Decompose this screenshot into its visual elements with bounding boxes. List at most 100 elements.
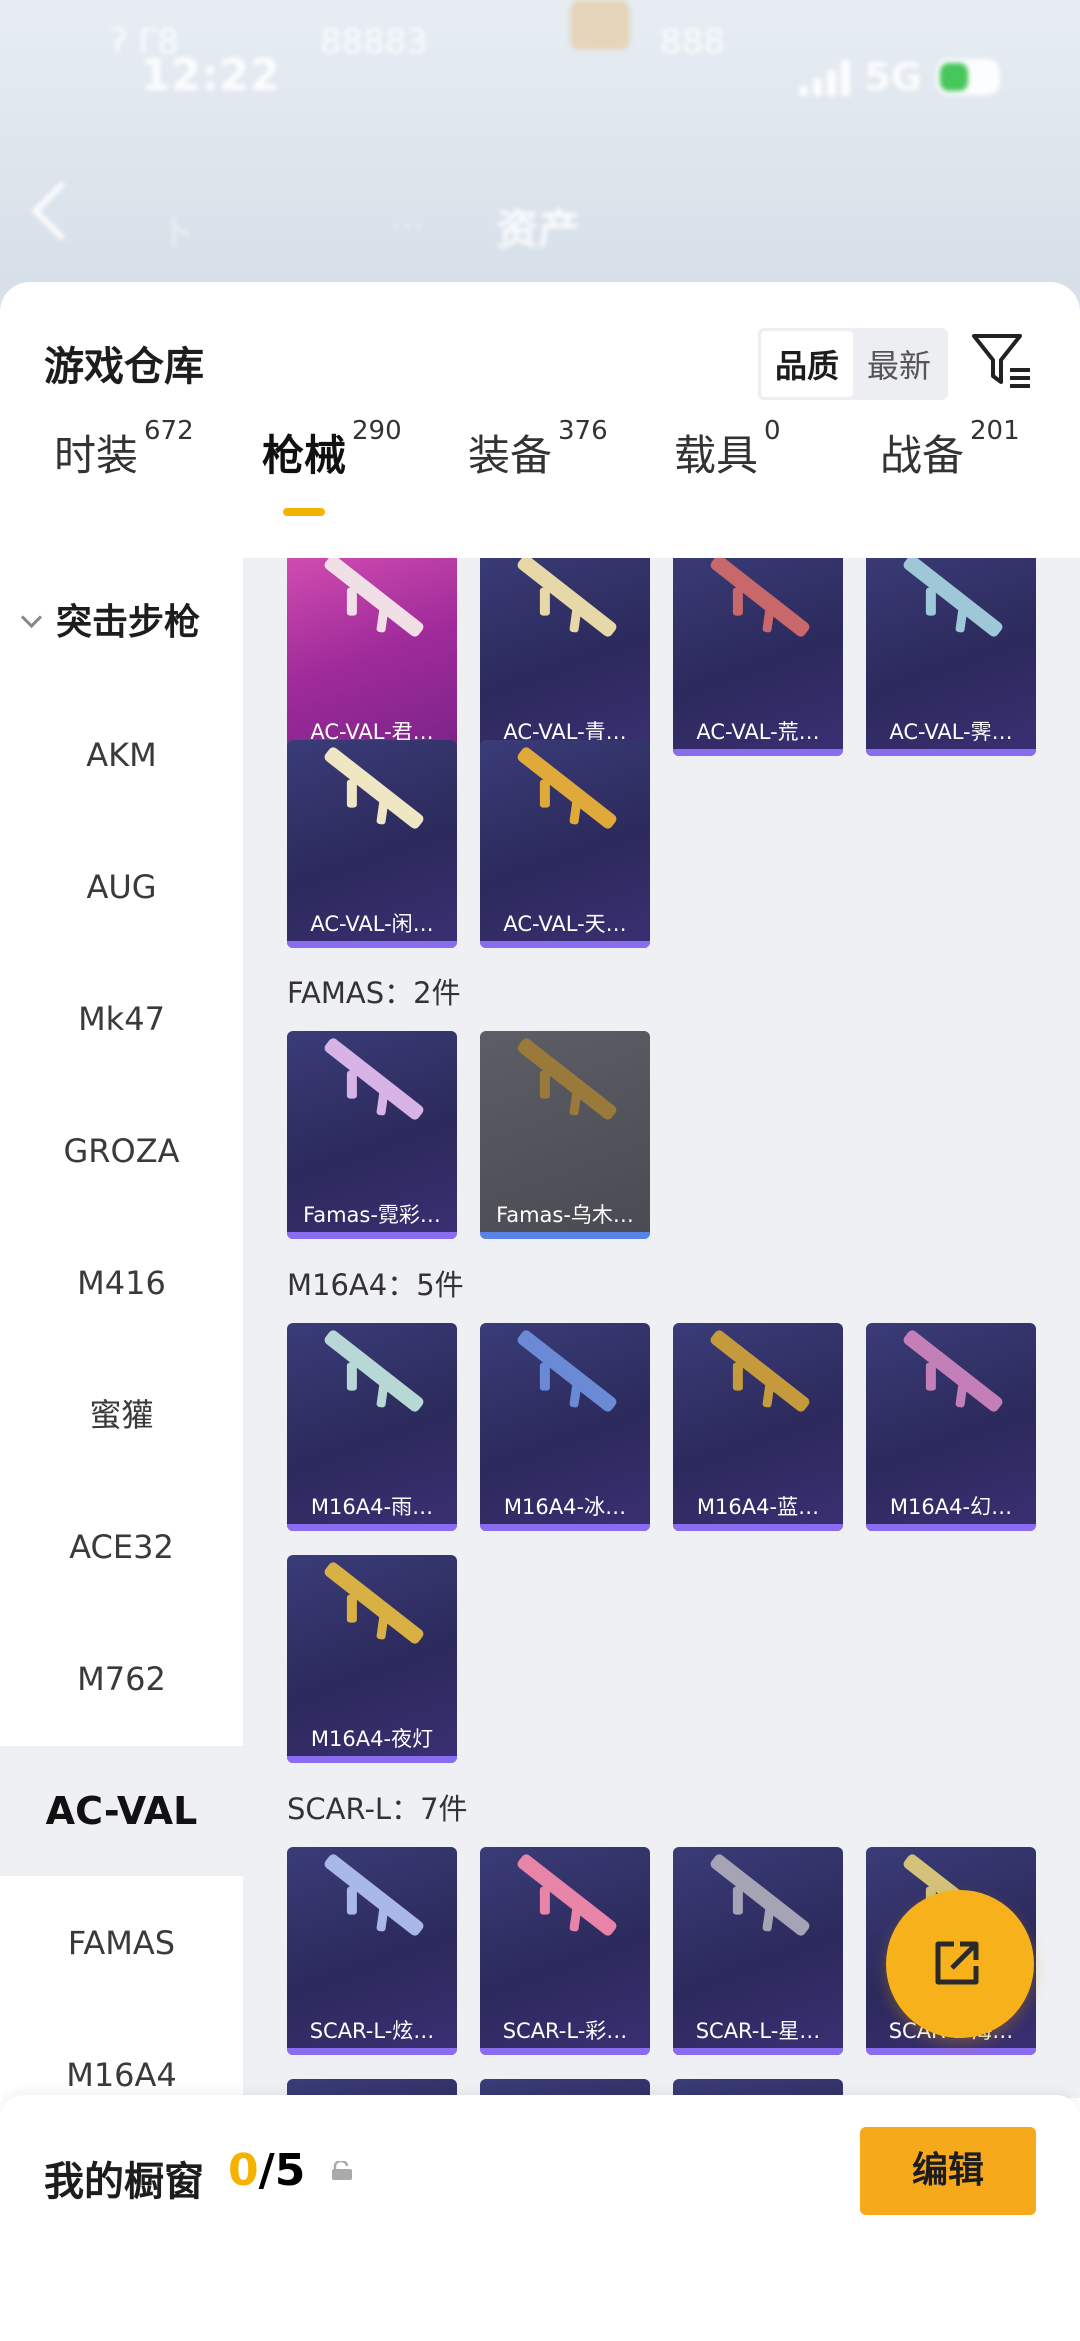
category-group-assault-rifle[interactable]: 突击步枪 [0, 558, 243, 688]
weapon-card-label: M16A4-冰… [503, 1495, 627, 1519]
tab-vehicles[interactable]: 载具 0 [674, 416, 781, 522]
weapon-card[interactable]: SCAR-L-彩… [480, 1847, 650, 2055]
category-item[interactable]: AUG [0, 822, 243, 952]
section-title-famas: FAMAS：2件 [287, 976, 461, 1010]
sort-option-newest[interactable]: 最新 [853, 331, 945, 397]
status-faint-right: 888 [660, 22, 725, 62]
weapon-card-label: M16A4-幻… [889, 1495, 1013, 1519]
weapon-card-label: AC-VAL-荒… [696, 720, 820, 744]
weapon-card-label: SCAR-L-彩… [502, 2019, 628, 2043]
weapon-card[interactable]: Famas-霓彩… [287, 1031, 457, 1239]
tab-label: 装备 [468, 431, 553, 480]
edit-button[interactable]: 编辑 [860, 2127, 1036, 2215]
weapon-card[interactable]: M16A4-夜灯 [287, 1555, 457, 1763]
weapon-card[interactable]: AC-VAL-荒… [673, 558, 843, 756]
signal-icon [799, 58, 851, 96]
chevron-left-icon[interactable] [31, 181, 91, 241]
rifle-icon [322, 1328, 426, 1414]
tab-label: 战备 [880, 431, 965, 480]
weapon-card[interactable]: AC-VAL-青… [480, 558, 650, 756]
weapon-card[interactable]: M16A4-幻… [866, 1323, 1036, 1531]
weapon-card-label: SCAR-L-炫… [309, 2019, 435, 2043]
weapon-card[interactable]: AC-VAL-天… [480, 740, 650, 948]
tab-count: 290 [352, 416, 402, 446]
weapon-card-label: Famas-霓彩… [303, 1203, 441, 1227]
weapon-card-label: AC-VAL-闲… [310, 912, 434, 936]
tab-label: 载具 [674, 431, 759, 480]
weapon-card-label: AC-VAL-天… [503, 912, 627, 936]
rifle-icon [322, 745, 426, 831]
weapon-card[interactable]: SCAR-L-星… [673, 1847, 843, 2055]
status-indicators: 5G [799, 55, 1000, 99]
network-type: 5G [864, 55, 922, 99]
nav-faint-mid: ⋯ [390, 206, 424, 246]
rifle-icon [322, 1560, 426, 1646]
weapon-card[interactable]: SCAR-L-炫… [287, 1847, 457, 2055]
weapon-card[interactable]: Famas-乌木… [480, 1031, 650, 1239]
rifle-icon [515, 558, 619, 639]
weapon-card-label: M16A4-雨… [310, 1495, 434, 1519]
status-faint-center: 88883 [320, 22, 429, 62]
rifle-icon [515, 1036, 619, 1122]
showcase-count-current: 0 [228, 2145, 259, 2196]
share-out-icon [935, 1941, 979, 1985]
rifle-icon [322, 1036, 426, 1122]
section-title-scar-l: SCAR-L：7件 [287, 1792, 468, 1826]
tab-supplies[interactable]: 战备 201 [880, 416, 1020, 522]
rifle-icon [901, 1328, 1005, 1414]
tab-equipment[interactable]: 装备 376 [468, 416, 608, 522]
weapon-card[interactable]: M16A4-冰… [480, 1323, 650, 1531]
rifle-icon [708, 1328, 812, 1414]
weapon-category-list: 突击步枪 AKM AUG Mk47 GROZA M416 蜜獾 ACE32 M7… [0, 558, 243, 2098]
tab-count: 376 [558, 416, 608, 446]
weapon-card-label: AC-VAL-霁… [889, 720, 1013, 744]
weapon-card-label: SCAR-L-星… [695, 2019, 821, 2043]
weapon-grid: AC-VAL-君… AC-VAL-青… AC-VAL-荒… AC-VAL-霁… … [243, 558, 1080, 2098]
sheet-title: 游戏仓库 [44, 344, 204, 390]
tab-fashion[interactable]: 时装 672 [54, 416, 194, 522]
share-button[interactable] [886, 1890, 1034, 2038]
tab-label: 时装 [54, 431, 139, 480]
weapon-card[interactable]: AC-VAL-君… [287, 558, 457, 756]
app-header-background: ʔ Γ8 88883 888 12:22 5G 卜 ⋯ 资产 [0, 0, 1080, 290]
showcase-count: 0/5 [228, 2145, 305, 2196]
nav-faint-left: 卜 [160, 214, 194, 254]
category-item[interactable]: GROZA [0, 1086, 243, 1216]
weapon-card[interactable]: M16A4-雨… [287, 1323, 457, 1531]
filter-icon[interactable] [970, 328, 1034, 392]
category-item[interactable]: Mk47 [0, 954, 243, 1084]
battery-icon [936, 59, 1000, 95]
category-item[interactable]: FAMAS [0, 1878, 243, 2008]
weapon-card-label: M16A4-蓝… [696, 1495, 820, 1519]
weapon-card-label: Famas-乌木… [496, 1203, 634, 1227]
weapon-card[interactable]: M16A4-蓝… [673, 1323, 843, 1531]
section-title-m16a4: M16A4：5件 [287, 1268, 464, 1302]
lock-icon [332, 2161, 352, 2180]
weapon-card[interactable]: AC-VAL-闲… [287, 740, 457, 948]
weapon-card[interactable]: AC-VAL-霁… [866, 558, 1036, 756]
nav-title: 资产 [496, 205, 581, 254]
rifle-icon [322, 558, 426, 639]
rifle-icon [708, 1852, 812, 1938]
tab-count: 672 [144, 416, 194, 446]
tab-firearms[interactable]: 枪械 290 [262, 416, 402, 522]
category-item[interactable]: 蜜獾 [0, 1350, 243, 1480]
rifle-icon [515, 1328, 619, 1414]
category-item[interactable]: ACE32 [0, 1482, 243, 1612]
showcase-label: 我的橱窗 [44, 2159, 204, 2205]
rifle-icon [708, 558, 812, 639]
sort-toggle: 品质 最新 [758, 328, 949, 400]
rifle-icon [322, 1852, 426, 1938]
weapon-card-label: M16A4-夜灯 [310, 1727, 434, 1751]
category-item[interactable]: M416 [0, 1218, 243, 1348]
active-tab-indicator [283, 508, 325, 516]
tab-count: 201 [970, 416, 1020, 446]
tab-count: 0 [764, 416, 781, 446]
rifle-icon [901, 558, 1005, 639]
category-item[interactable]: AKM [0, 690, 243, 820]
sort-option-quality[interactable]: 品质 [761, 331, 854, 397]
rifle-icon [515, 1852, 619, 1938]
showcase-bar: 我的橱窗 0/5 编辑 [0, 2095, 1080, 2341]
category-item[interactable]: M762 [0, 1614, 243, 1744]
category-item-active[interactable]: AC-VAL [0, 1746, 243, 1876]
